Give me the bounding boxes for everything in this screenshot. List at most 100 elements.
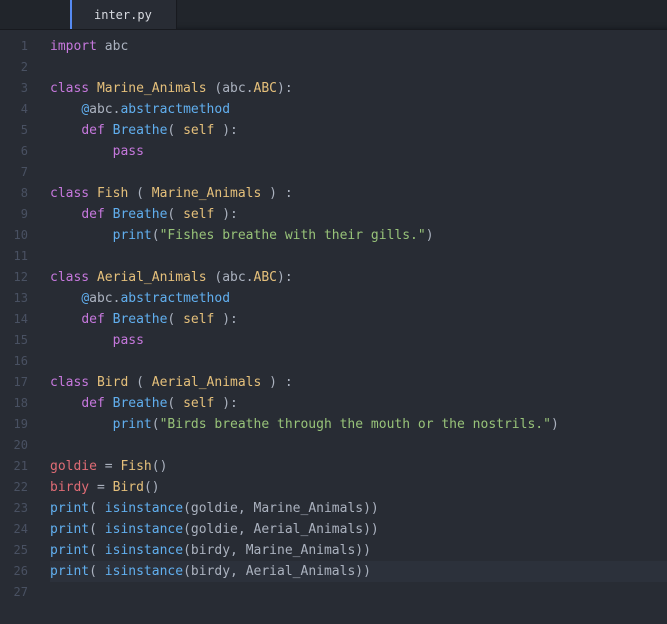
editor-tab[interactable]: inter.py <box>70 0 177 29</box>
code-line: pass <box>50 141 667 162</box>
code-line <box>50 246 667 267</box>
code-line <box>50 582 667 603</box>
code-line <box>50 162 667 183</box>
code-line: class Bird ( Aerial_Animals ) : <box>50 372 667 393</box>
code-line: print( isinstance(birdy, Marine_Animals)… <box>50 540 667 561</box>
tab-bar: inter.py <box>0 0 667 30</box>
line-number: 18 <box>0 393 40 414</box>
line-number: 15 <box>0 330 40 351</box>
code-line: print( isinstance(goldie, Aerial_Animals… <box>50 519 667 540</box>
code-line <box>50 435 667 456</box>
line-number: 16 <box>0 351 40 372</box>
code-line: goldie = Fish() <box>50 456 667 477</box>
code-line: def Breathe( self ): <box>50 204 667 225</box>
class-name: Aerial_Animals <box>97 270 207 285</box>
method-name: Breathe <box>113 123 168 138</box>
line-number: 4 <box>0 99 40 120</box>
line-number: 23 <box>0 498 40 519</box>
line-number: 13 <box>0 288 40 309</box>
builtin: isinstance <box>105 522 183 537</box>
line-number: 27 <box>0 582 40 603</box>
line-number: 10 <box>0 225 40 246</box>
code-line: birdy = Bird() <box>50 477 667 498</box>
keyword: def <box>81 207 104 222</box>
decorator-at: @ <box>81 291 89 306</box>
line-number: 17 <box>0 372 40 393</box>
line-number-gutter: 1234567891011121314151617181920212223242… <box>0 30 40 624</box>
class-name: Bird <box>97 375 128 390</box>
method-name: Breathe <box>113 396 168 411</box>
tab-bar-remainder <box>177 0 667 29</box>
method-name: Breathe <box>113 312 168 327</box>
line-number: 19 <box>0 414 40 435</box>
code-line: print("Fishes breathe with their gills."… <box>50 225 667 246</box>
string: "Fishes breathe with their gills." <box>160 228 426 243</box>
line-number: 9 <box>0 204 40 225</box>
tab-filename: inter.py <box>94 8 152 22</box>
line-number: 22 <box>0 477 40 498</box>
keyword: class <box>50 186 89 201</box>
decorator-at: @ <box>81 102 89 117</box>
decorator: abstractmethod <box>120 291 230 306</box>
keyword: def <box>81 312 104 327</box>
code-line: @abc.abstractmethod <box>50 288 667 309</box>
line-number: 3 <box>0 78 40 99</box>
keyword: class <box>50 270 89 285</box>
code-line: print( isinstance(goldie, Marine_Animals… <box>50 498 667 519</box>
keyword: def <box>81 396 104 411</box>
builtin: print <box>50 543 89 558</box>
keyword: pass <box>113 333 144 348</box>
line-number: 20 <box>0 435 40 456</box>
keyword: pass <box>113 144 144 159</box>
line-number: 14 <box>0 309 40 330</box>
code-line: class Marine_Animals (abc.ABC): <box>50 78 667 99</box>
line-number: 7 <box>0 162 40 183</box>
decorator: abstractmethod <box>120 102 230 117</box>
keyword: def <box>81 123 104 138</box>
line-number: 24 <box>0 519 40 540</box>
line-number: 8 <box>0 183 40 204</box>
class-name: Marine_Animals <box>97 81 207 96</box>
builtin: print <box>50 522 89 537</box>
code-area[interactable]: import abc class Marine_Animals (abc.ABC… <box>40 30 667 624</box>
code-line: print( isinstance(birdy, Aerial_Animals)… <box>50 561 667 582</box>
code-line: def Breathe( self ): <box>50 309 667 330</box>
keyword: class <box>50 375 89 390</box>
tab-bar-spacer <box>0 0 70 29</box>
builtin: print <box>113 228 152 243</box>
code-line: def Breathe( self ): <box>50 120 667 141</box>
code-line <box>50 57 667 78</box>
method-name: Breathe <box>113 207 168 222</box>
code-line: class Fish ( Marine_Animals ) : <box>50 183 667 204</box>
line-number: 26 <box>0 561 40 582</box>
line-number: 5 <box>0 120 40 141</box>
line-number: 25 <box>0 540 40 561</box>
code-line: class Aerial_Animals (abc.ABC): <box>50 267 667 288</box>
code-line: import abc <box>50 36 667 57</box>
builtin: print <box>50 564 89 579</box>
code-line: print("Birds breathe through the mouth o… <box>50 414 667 435</box>
code-line: def Breathe( self ): <box>50 393 667 414</box>
string: "Birds breathe through the mouth or the … <box>160 417 551 432</box>
line-number: 2 <box>0 57 40 78</box>
line-number: 21 <box>0 456 40 477</box>
keyword: class <box>50 81 89 96</box>
code-line <box>50 351 667 372</box>
builtin: print <box>50 501 89 516</box>
line-number: 12 <box>0 267 40 288</box>
builtin: print <box>113 417 152 432</box>
code-line: pass <box>50 330 667 351</box>
builtin: isinstance <box>105 501 183 516</box>
variable: goldie <box>50 459 97 474</box>
line-number: 1 <box>0 36 40 57</box>
code-line: @abc.abstractmethod <box>50 99 667 120</box>
editor: 1234567891011121314151617181920212223242… <box>0 30 667 624</box>
builtin: isinstance <box>105 543 183 558</box>
variable: birdy <box>50 480 89 495</box>
module: abc <box>105 39 128 54</box>
class-name: Fish <box>97 186 128 201</box>
line-number: 6 <box>0 141 40 162</box>
keyword: import <box>50 39 97 54</box>
builtin: isinstance <box>105 564 183 579</box>
line-number: 11 <box>0 246 40 267</box>
